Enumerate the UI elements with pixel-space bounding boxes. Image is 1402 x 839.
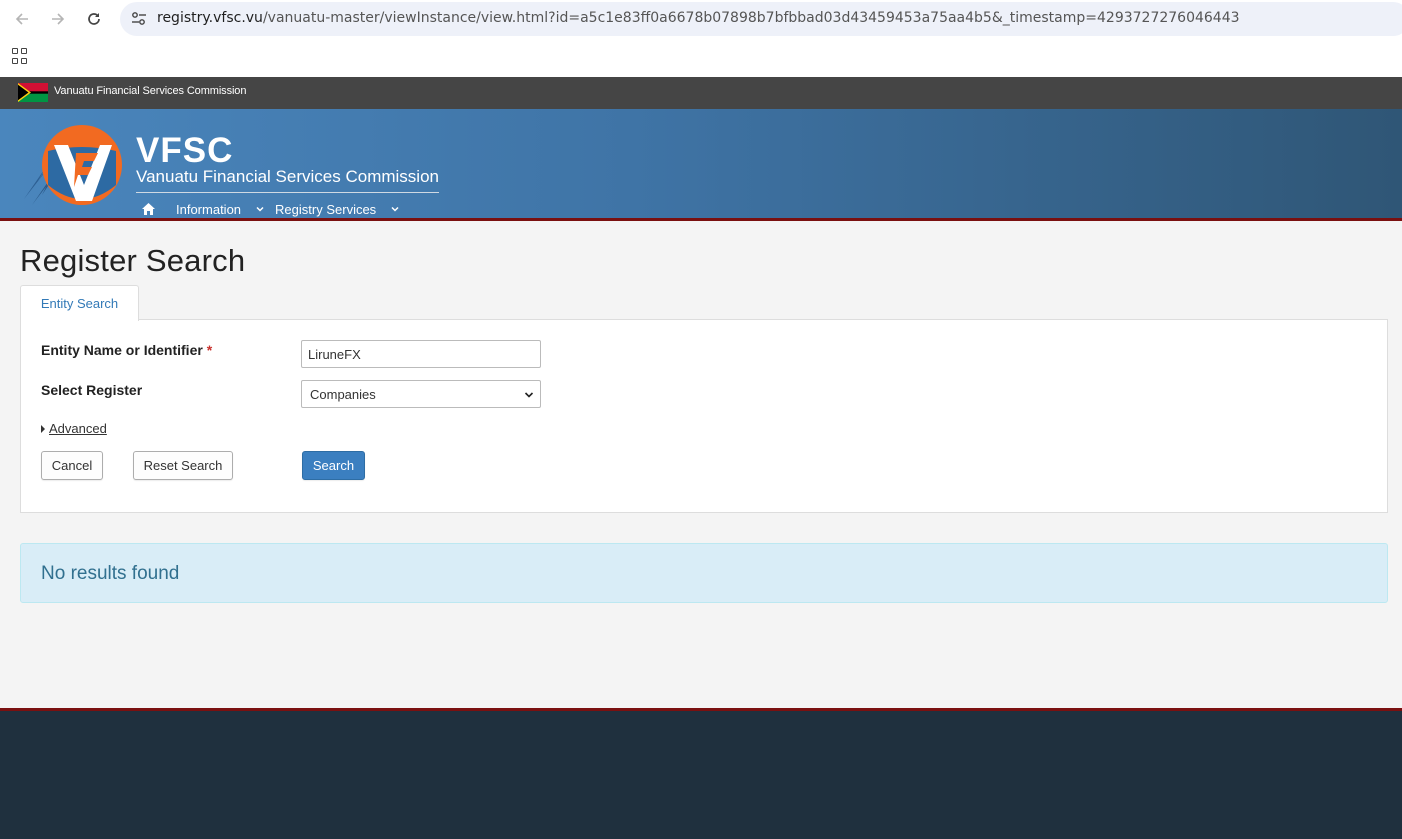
nav-registry-services[interactable]: Registry Services bbox=[275, 202, 400, 217]
chevron-down-icon bbox=[524, 392, 534, 398]
arrow-left-icon bbox=[15, 13, 28, 25]
entity-name-input[interactable] bbox=[301, 340, 541, 368]
url-host: registry.vfsc.vu bbox=[157, 10, 263, 26]
advanced-link[interactable]: Advanced bbox=[49, 421, 107, 436]
site-info-icon[interactable] bbox=[130, 10, 148, 28]
register-select[interactable]: Companies bbox=[301, 380, 541, 408]
brand-subtitle: Vanuatu Financial Services Commission bbox=[136, 167, 439, 186]
bookmarks-bar bbox=[0, 38, 1402, 77]
nav-registry-services-label: Registry Services bbox=[275, 201, 377, 217]
caret-right-icon bbox=[41, 424, 45, 433]
top-strip-title: Vanuatu Financial Services Commission bbox=[54, 85, 247, 97]
nav-information[interactable]: Information bbox=[176, 202, 265, 217]
search-button[interactable]: Search bbox=[302, 451, 365, 480]
vfsc-logo[interactable] bbox=[20, 123, 126, 209]
site-footer bbox=[0, 708, 1402, 839]
address-bar[interactable]: registry.vfsc.vu/vanuatu-master/viewInst… bbox=[120, 2, 1402, 36]
site-header: VFSC Vanuatu Financial Services Commissi… bbox=[0, 109, 1402, 221]
results-alert: No results found bbox=[20, 543, 1388, 603]
reload-button[interactable] bbox=[81, 7, 107, 31]
chevron-down-icon bbox=[391, 206, 399, 212]
main-nav: Information Registry Services bbox=[136, 198, 400, 220]
entity-name-label-text: Entity Name or Identifier bbox=[41, 342, 203, 358]
brand-title: VFSC bbox=[136, 131, 234, 170]
select-register-label: Select Register bbox=[41, 382, 143, 398]
search-panel: Entity Name or Identifier * Select Regis… bbox=[20, 319, 1388, 513]
page-title: Register Search bbox=[20, 243, 246, 278]
reload-icon bbox=[88, 13, 100, 25]
advanced-toggle[interactable]: Advanced bbox=[41, 421, 107, 436]
forward-button[interactable] bbox=[45, 7, 71, 31]
url-path: /vanuatu-master/viewInstance/view.html?i… bbox=[262, 10, 1240, 26]
apps-grid-icon[interactable] bbox=[12, 48, 28, 64]
brand-divider bbox=[136, 192, 439, 193]
top-strip: Vanuatu Financial Services Commission bbox=[0, 77, 1402, 109]
reset-search-button[interactable]: Reset Search bbox=[133, 451, 233, 480]
register-select-value: Companies bbox=[310, 386, 376, 402]
cancel-button[interactable]: Cancel bbox=[41, 451, 103, 480]
browser-toolbar: registry.vfsc.vu/vanuatu-master/viewInst… bbox=[0, 0, 1402, 38]
back-button[interactable] bbox=[9, 7, 35, 31]
nav-home[interactable] bbox=[138, 200, 158, 218]
nav-information-label: Information bbox=[176, 201, 242, 217]
main-content: Register Search Entity Search Entity Nam… bbox=[0, 224, 1402, 708]
no-results-message: No results found bbox=[41, 563, 180, 584]
entity-name-label: Entity Name or Identifier * bbox=[41, 342, 212, 358]
arrow-right-icon bbox=[52, 13, 65, 25]
vanuatu-flag-icon bbox=[18, 83, 48, 102]
home-icon bbox=[141, 203, 155, 215]
url-text[interactable]: registry.vfsc.vu/vanuatu-master/viewInst… bbox=[157, 10, 1240, 26]
tab-entity-search[interactable]: Entity Search bbox=[20, 285, 139, 321]
chevron-down-icon bbox=[256, 206, 264, 212]
required-marker: * bbox=[206, 342, 213, 358]
